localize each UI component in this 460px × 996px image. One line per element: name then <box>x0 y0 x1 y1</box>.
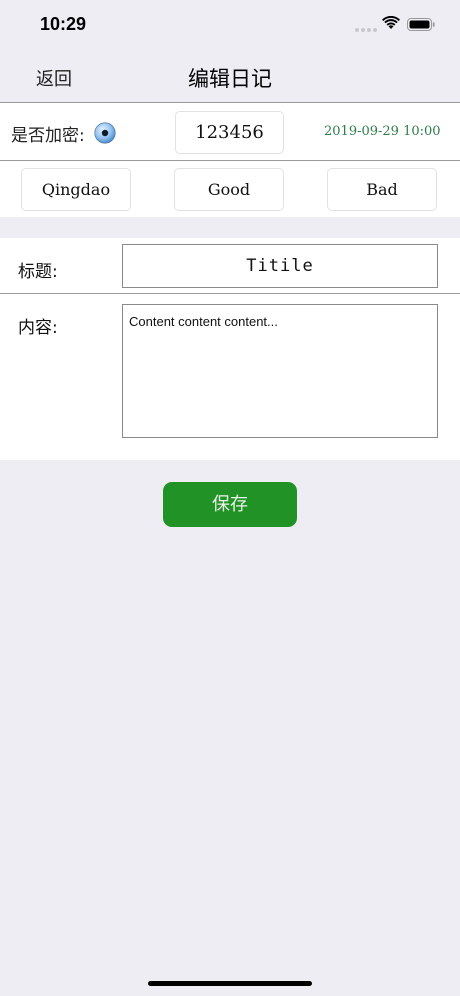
content-label: 内容: <box>18 318 58 338</box>
cellular-signal-icon <box>355 28 377 32</box>
status-bar: 10:29 <box>0 0 460 50</box>
edit-diary-screen: 10:29 编辑日记 返回 是否加密: 123456 2019-09-29 10… <box>0 0 460 996</box>
tags-row: Qingdao Good Bad <box>0 161 460 217</box>
good-tag-button[interactable]: Good <box>174 168 284 211</box>
status-time: 10:29 <box>40 14 87 34</box>
bad-tag-button[interactable]: Bad <box>327 168 437 211</box>
content-textarea[interactable]: Content content content... <box>122 304 438 438</box>
entry-date: 2019-09-29 10:00 <box>324 124 441 139</box>
diary-form: 标题: Titile 内容: Content content content..… <box>0 238 460 460</box>
encrypt-radio-icon[interactable] <box>94 122 116 144</box>
encrypt-label: 是否加密: <box>11 126 85 146</box>
wifi-icon <box>382 16 400 29</box>
location-tag-button[interactable]: Qingdao <box>21 168 131 211</box>
back-button[interactable]: 返回 <box>36 65 72 91</box>
home-indicator[interactable] <box>148 981 312 986</box>
battery-icon <box>407 18 435 31</box>
navigation-bar: 编辑日记 返回 <box>0 50 460 102</box>
title-input[interactable]: Titile <box>122 244 438 288</box>
title-label: 标题: <box>18 262 58 282</box>
encryption-row: 是否加密: 123456 2019-09-29 10:00 <box>0 103 460 161</box>
save-button[interactable]: 保存 <box>163 482 297 527</box>
form-divider <box>0 293 460 294</box>
entry-meta-section: 是否加密: 123456 2019-09-29 10:00 Qingdao Go… <box>0 102 460 217</box>
password-field[interactable]: 123456 <box>175 111 284 154</box>
